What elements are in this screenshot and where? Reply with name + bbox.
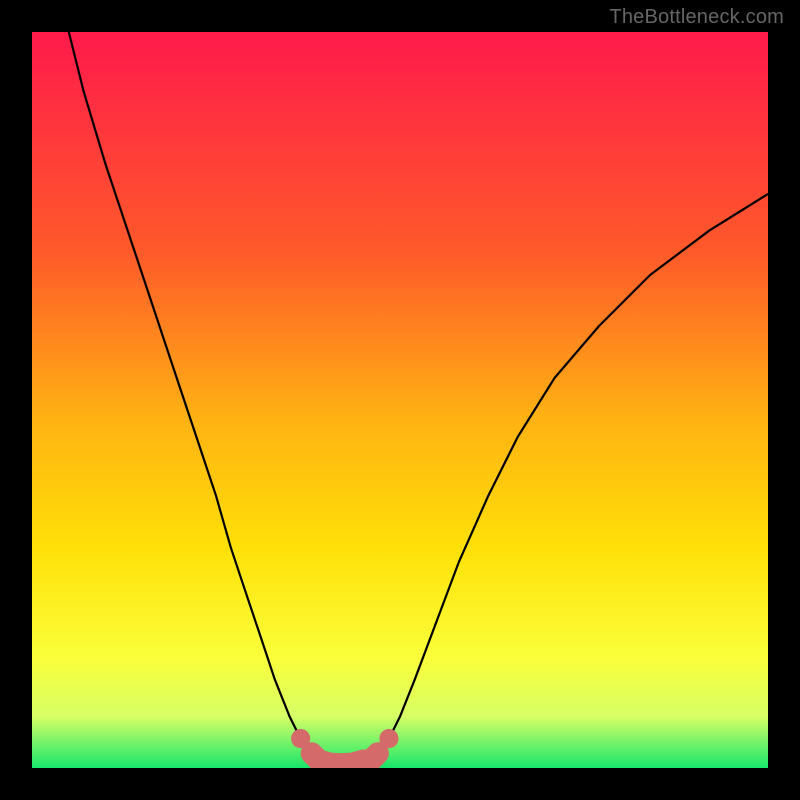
gradient-background xyxy=(32,32,768,768)
bottleneck-chart xyxy=(32,32,768,768)
watermark-text: TheBottleneck.com xyxy=(609,6,784,29)
valley-dot xyxy=(379,729,398,748)
